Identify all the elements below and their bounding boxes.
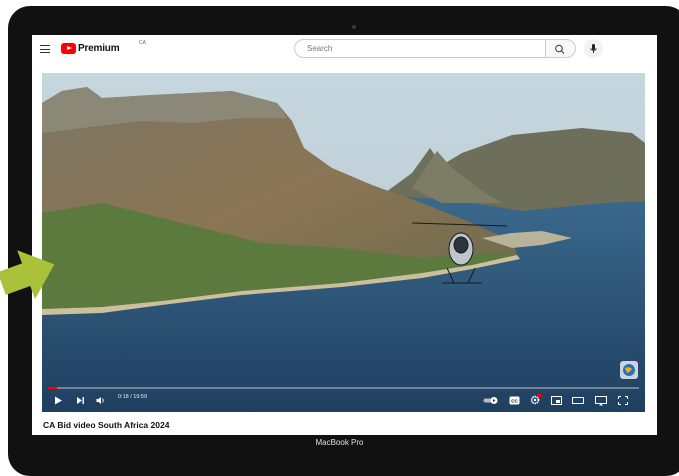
youtube-logo-icon: [61, 42, 76, 54]
progress-bar[interactable]: [48, 387, 639, 389]
search-input[interactable]: Search: [294, 39, 546, 58]
voice-search-button[interactable]: [584, 39, 603, 58]
device-label: MacBook Pro: [315, 438, 364, 447]
autoplay-toggle-icon[interactable]: [483, 396, 499, 405]
cast-icon[interactable]: [595, 396, 607, 406]
play-icon[interactable]: [54, 396, 63, 405]
settings-icon[interactable]: [530, 394, 542, 405]
video-frame-coastline-helicopter: [42, 73, 645, 412]
pointer-arrow: [0, 250, 55, 300]
brand-label: Premium: [78, 42, 120, 54]
progress-fill: [48, 387, 57, 389]
browser-screen: Premium CA Search 0:18 / 19:59 CC CA Bid…: [32, 35, 657, 435]
svg-text:CC: CC: [511, 398, 518, 403]
video-title: CA Bid video South Africa 2024: [43, 420, 170, 430]
search-placeholder: Search: [307, 44, 333, 53]
microphone-icon: [590, 44, 597, 53]
channel-watermark[interactable]: [620, 361, 638, 379]
youtube-premium-logo[interactable]: Premium CA: [61, 40, 146, 55]
time-display: 0:18 / 19:59: [118, 394, 148, 400]
globe-icon: [623, 364, 635, 376]
video-player[interactable]: 0:18 / 19:59 CC: [42, 73, 645, 412]
menu-icon[interactable]: [40, 45, 50, 53]
next-icon[interactable]: [76, 396, 85, 405]
search-button[interactable]: [546, 39, 576, 58]
player-controls: 0:18 / 19:59 CC: [42, 383, 645, 412]
miniplayer-icon[interactable]: [551, 396, 562, 405]
volume-icon[interactable]: [96, 396, 106, 405]
fullscreen-icon[interactable]: [618, 396, 628, 405]
camera-dot: [352, 25, 356, 29]
masthead: Premium CA Search: [32, 35, 657, 65]
theater-mode-icon[interactable]: [572, 396, 584, 405]
search-icon: [555, 44, 565, 54]
subtitles-icon[interactable]: CC: [509, 396, 520, 405]
country-code: CA: [139, 40, 146, 46]
